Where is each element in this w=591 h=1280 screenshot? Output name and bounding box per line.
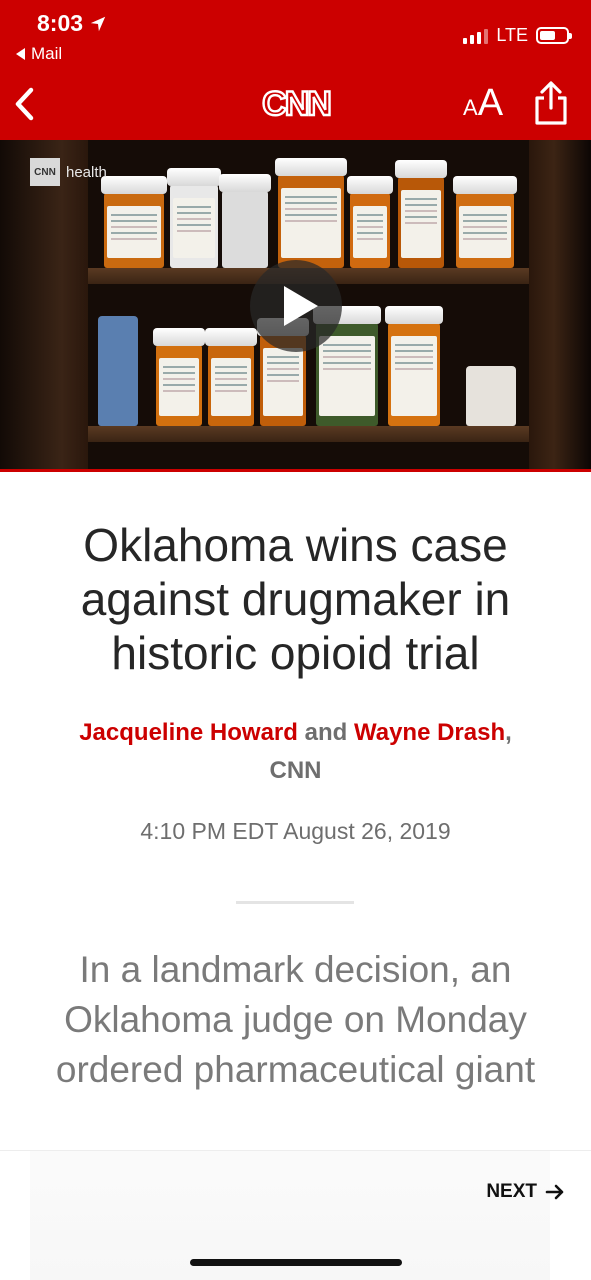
back-chevron-icon[interactable] <box>10 82 40 126</box>
pill-bottle <box>347 176 393 268</box>
shelf-bottom <box>88 426 529 442</box>
share-icon[interactable] <box>532 80 570 126</box>
play-button[interactable] <box>250 260 342 352</box>
article-timestamp: 4:10 PM EDT August 26, 2019 <box>140 818 451 844</box>
byline: Jacqueline Howard and Wayne Drash, CNN <box>30 714 561 790</box>
text-size-small-glyph: A <box>463 95 478 120</box>
play-icon <box>284 286 318 326</box>
pill-bottle <box>453 176 517 268</box>
cabinet-side-right <box>529 140 591 469</box>
back-to-app-label: Mail <box>31 44 63 63</box>
arrow-right-icon <box>545 1184 564 1200</box>
text-size-large-glyph: A <box>477 82 504 124</box>
app-header: 8:03 Mail LTE CNN A A <box>0 0 591 140</box>
article-headline: Oklahoma wins case against drugmaker in … <box>80 519 511 679</box>
pill-bottle <box>101 176 167 268</box>
battery-icon <box>536 27 572 44</box>
pill-bottle <box>205 328 257 426</box>
author-suffix: , <box>505 719 512 746</box>
cabinet-side-left <box>0 140 88 469</box>
video-player[interactable]: CNN health <box>0 140 591 472</box>
video-badge: CNN health <box>30 158 107 186</box>
home-indicator[interactable] <box>190 1259 402 1266</box>
pill-bottle <box>385 306 443 426</box>
author-joiner: and <box>304 719 348 746</box>
badge-logo: CNN <box>30 158 60 186</box>
location-arrow-icon <box>90 16 106 31</box>
box <box>466 366 516 426</box>
author-link[interactable]: Wayne Drash <box>354 719 505 746</box>
outlet-name: CNN <box>269 757 322 784</box>
next-button[interactable]: NEXT <box>486 1181 565 1203</box>
article-lead: In a landmark decision, an Oklahoma judg… <box>55 949 536 1090</box>
network-type: LTE <box>496 25 528 45</box>
cream-tube <box>98 316 138 426</box>
pill-bottle <box>275 158 347 268</box>
back-triangle-icon <box>16 48 25 60</box>
status-indicators: LTE <box>463 25 572 46</box>
pill-bottle <box>153 328 205 426</box>
cnn-logo[interactable]: CNN <box>256 84 336 124</box>
badge-text: health <box>66 163 107 181</box>
pill-bottle <box>167 168 221 268</box>
author-link[interactable]: Jacqueline Howard <box>79 719 298 746</box>
next-label: NEXT <box>486 1181 537 1202</box>
back-to-app-link[interactable]: Mail <box>16 44 62 64</box>
text-size-button[interactable]: A A <box>463 82 503 126</box>
pill-bottle <box>219 174 271 268</box>
svg-text:CNN: CNN <box>262 85 330 123</box>
status-time: 8:03 <box>37 10 107 37</box>
cellular-signal-icon <box>463 28 489 44</box>
divider <box>236 901 354 904</box>
pill-bottle <box>395 160 447 268</box>
status-time-text: 8:03 <box>37 10 84 36</box>
